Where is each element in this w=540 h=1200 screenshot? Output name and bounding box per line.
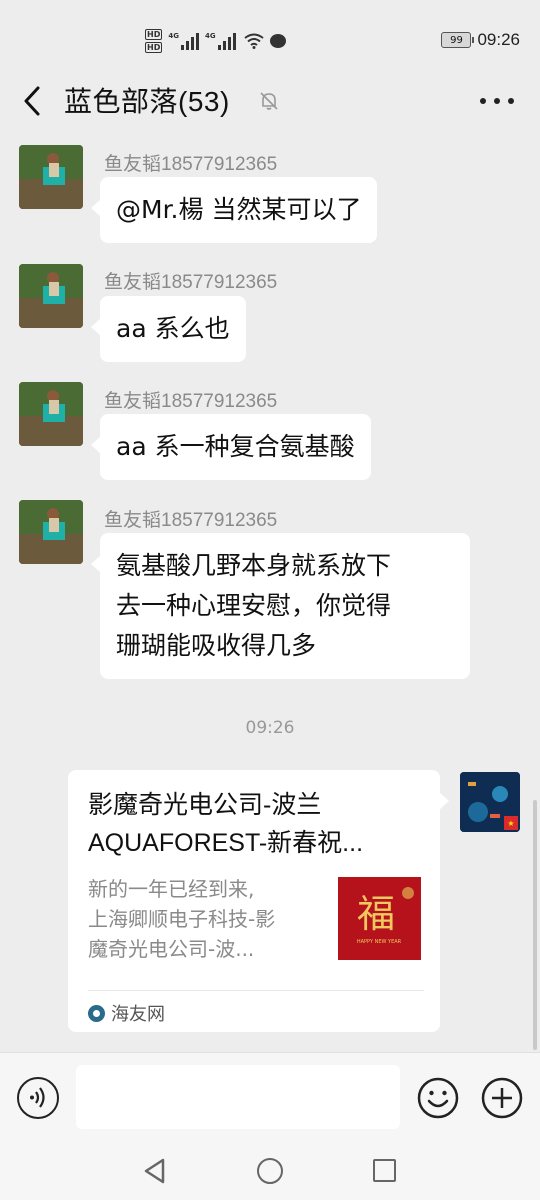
link-card-description: 新的一年已经到来, 上海卿顺电子科技-影 魔奇光电公司-波... — [88, 874, 323, 964]
mute-bell-icon — [260, 92, 278, 110]
shared-link-card[interactable]: 影魔奇光电公司-波兰 AQUAFOREST-新春祝... 新的一年已经到来, 上… — [68, 770, 449, 1032]
more-options-button[interactable] — [480, 92, 514, 110]
link-card-title: 影魔奇光电公司-波兰 AQUAFOREST-新春祝... — [88, 786, 408, 862]
emoji-button[interactable] — [417, 1077, 459, 1119]
signal-icon: 4G — [168, 32, 199, 50]
system-navigation-bar — [0, 1142, 540, 1200]
thumb-fu-char: 福 — [357, 892, 395, 936]
status-icons: HD HD 4G 4G — [145, 26, 286, 56]
chat-timestamp: 09:26 — [245, 718, 295, 738]
battery-icon: 99 — [441, 32, 475, 48]
message-bubble[interactable]: aa 系么也 — [91, 296, 246, 362]
back-arrow-icon[interactable] — [18, 84, 48, 118]
message-bubble[interactable]: 氨基酸几野本身就系放下 去一种心理安慰，你觉得 珊瑚能吸收得几多 — [91, 533, 470, 679]
message-bubble[interactable]: @Mr.楊 当然某可以了 — [90, 177, 378, 243]
message-notification-icon — [269, 34, 286, 48]
status-time: 09:26 — [477, 30, 520, 49]
message-line: 去一种心理安慰，你觉得 — [116, 591, 392, 620]
card-divider — [88, 990, 424, 991]
message-input-bar — [0, 1052, 540, 1142]
link-title-line: 影魔奇光电公司-波兰 — [88, 791, 322, 819]
sender-avatar[interactable] — [19, 382, 83, 446]
voice-input-button[interactable] — [17, 1077, 59, 1119]
link-title-line: AQUAFOREST-新春祝... — [88, 829, 364, 857]
dot-icon — [480, 98, 486, 104]
wifi-icon — [243, 33, 264, 49]
nav-recent-apps-icon[interactable] — [373, 1159, 396, 1182]
hd-icon: HD HD — [145, 29, 163, 53]
sender-name: 鱼友韬18577912365 — [104, 391, 278, 412]
link-desc-line: 上海卿顺电子科技-影 — [88, 907, 276, 931]
message-text-input[interactable] — [76, 1065, 400, 1129]
chat-title: 蓝色部落(53) — [64, 86, 230, 117]
sender-avatar[interactable] — [19, 264, 83, 328]
sender-name: 鱼友韬18577912365 — [104, 154, 278, 175]
sender-avatar[interactable] — [19, 500, 83, 564]
nav-back-icon[interactable] — [143, 1158, 167, 1184]
nav-home-icon[interactable] — [257, 1158, 283, 1184]
signal-icon-2: 4G — [205, 32, 236, 50]
thumb-caption: HAPPY NEW YEAR — [357, 939, 402, 945]
sender-name: 鱼友韬18577912365 — [104, 272, 278, 293]
message-bubble[interactable]: aa 系一种复合氨基酸 — [91, 414, 371, 480]
dot-icon — [508, 98, 514, 104]
source-globe-icon — [88, 1004, 105, 1022]
message-line: 珊瑚能吸收得几多 — [116, 631, 317, 660]
voice-icon — [30, 1087, 45, 1108]
svg-text:★: ★ — [507, 819, 514, 828]
link-card-source: 海友网 — [88, 1000, 165, 1026]
link-card-thumbnail: 福 HAPPY NEW YEAR — [338, 877, 421, 960]
my-avatar[interactable]: ★ — [460, 772, 520, 832]
battery-level: 99 — [450, 34, 463, 46]
sender-name: 鱼友韬18577912365 — [104, 510, 278, 531]
scrollbar[interactable] — [533, 800, 537, 1050]
link-desc-line: 魔奇光电公司-波... — [88, 937, 255, 961]
link-desc-line: 新的一年已经到来, — [88, 877, 255, 901]
sender-avatar[interactable] — [19, 145, 83, 209]
status-bar: HD HD 4G 4G 99 09:26 — [0, 0, 540, 70]
source-label: 海友网 — [111, 1004, 165, 1025]
dot-icon — [494, 98, 500, 104]
chat-header: 蓝色部落(53) — [0, 70, 540, 132]
more-functions-plus-button[interactable] — [481, 1077, 523, 1119]
message-line: 氨基酸几野本身就系放下 — [116, 551, 392, 580]
